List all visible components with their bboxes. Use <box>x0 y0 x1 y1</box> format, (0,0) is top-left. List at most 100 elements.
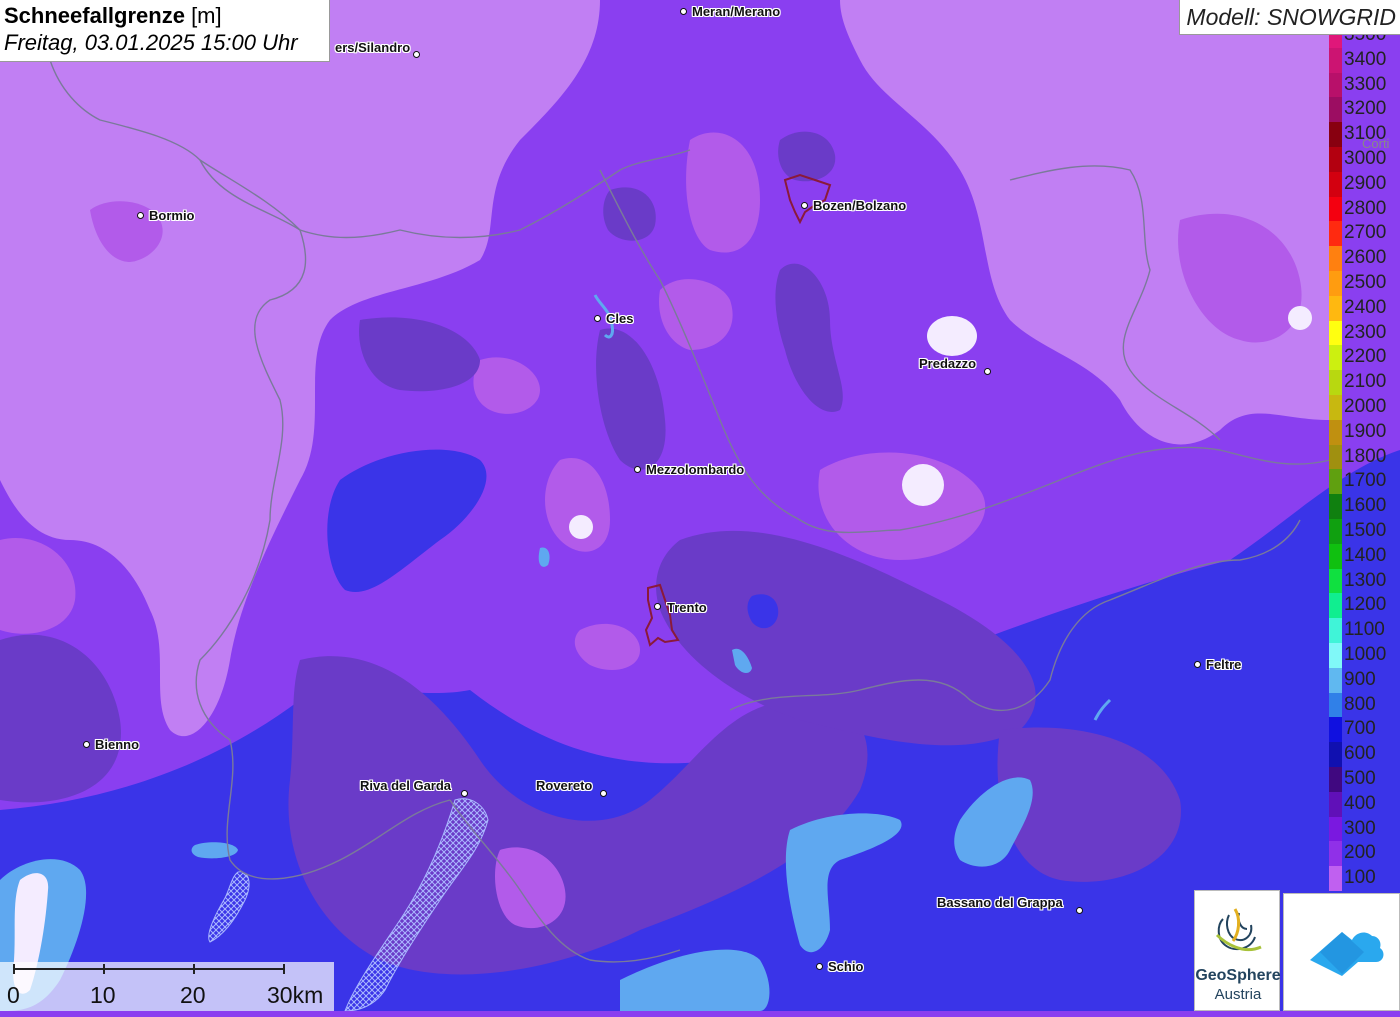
legend-label: 3400 <box>1344 48 1387 70</box>
city-label: Bienno <box>95 737 140 752</box>
legend-label: 2800 <box>1344 197 1387 219</box>
model-label: Modell: SNOWGRID <box>1179 0 1400 35</box>
legend-label: 3100 <box>1344 123 1387 145</box>
legend-row: 1100 <box>1328 618 1400 643</box>
legend-row: 200 <box>1328 841 1400 867</box>
legend-row: 800 <box>1328 692 1400 718</box>
legend-swatch <box>1329 717 1342 743</box>
legend-swatch <box>1329 742 1342 767</box>
city-dot <box>137 212 144 219</box>
scale-tick-label: 10 <box>90 982 116 1008</box>
legend-label: 2200 <box>1344 346 1387 368</box>
legend-row: 1200 <box>1328 593 1400 619</box>
legend-label: 600 <box>1344 743 1376 765</box>
legend-swatch <box>1329 97 1342 123</box>
legend-row: 1700 <box>1328 469 1400 495</box>
legend-row: 2200 <box>1328 345 1400 371</box>
city-label: Cles <box>606 311 634 326</box>
legend-label: 1800 <box>1344 445 1387 467</box>
map-datetime: Freitag, 03.01.2025 15:00 Uhr <box>4 30 298 55</box>
city-dot <box>594 315 601 322</box>
title-variable: Schneefallgrenze <box>4 3 185 28</box>
legend-swatch <box>1329 171 1342 197</box>
legend-label: 2100 <box>1344 371 1387 393</box>
legend-swatch <box>1329 841 1342 867</box>
legend-row: 900 <box>1328 667 1400 693</box>
geosphere-logo[interactable]: GeoSphere Austria <box>1194 890 1281 1011</box>
legend-label: 2300 <box>1344 321 1387 343</box>
legend-swatch <box>1329 593 1342 619</box>
legend-swatch <box>1329 568 1342 594</box>
legend-label: 1000 <box>1344 644 1387 665</box>
legend-label: 2400 <box>1344 296 1387 318</box>
legend-swatch <box>1329 320 1342 346</box>
snowfall-limit-map[interactable] <box>0 0 1400 1012</box>
legend-label: 700 <box>1344 718 1376 740</box>
city-label: Mezzolombardo <box>646 462 745 477</box>
city-dot <box>1194 661 1201 668</box>
city-label: Rovereto <box>536 778 593 793</box>
city-dot <box>816 963 823 970</box>
city-dot <box>634 466 641 473</box>
legend-row: 2300 <box>1328 320 1400 346</box>
legend-swatch <box>1329 370 1342 395</box>
legend-label: 1500 <box>1344 520 1387 541</box>
city-dot <box>984 368 991 375</box>
scale-bar: 0 10 20 30km <box>0 962 334 1011</box>
legend-row: 1300 <box>1328 568 1400 594</box>
logo-brand-line1: GeoSphere <box>1195 967 1281 984</box>
city-label: Bozen/Bolzano <box>813 198 907 213</box>
legend-row: 2000 <box>1328 395 1400 420</box>
legend-swatch <box>1329 469 1342 495</box>
city-dot <box>680 8 687 15</box>
legend-label: 500 <box>1344 768 1376 789</box>
legend-swatch <box>1329 221 1342 247</box>
legend-swatch <box>1329 816 1342 842</box>
city-label: Schio <box>828 959 864 974</box>
legend-label: 1100 <box>1344 619 1385 641</box>
legend-swatch <box>1329 246 1342 271</box>
legend-row: 100 <box>1328 866 1400 891</box>
city-label: Predazzo <box>919 356 977 371</box>
white-spot-1 <box>902 464 944 506</box>
legend-row: 2400 <box>1328 295 1400 321</box>
city-label: Meran/Merano <box>692 4 781 19</box>
legend-label: 2500 <box>1344 272 1387 293</box>
legend-row: 3000 <box>1328 147 1400 172</box>
white-spot-3 <box>1288 306 1312 330</box>
legend-row: 1800 <box>1328 444 1400 470</box>
city-dot <box>83 741 90 748</box>
legend-row: 2600 <box>1328 246 1400 271</box>
legend-swatch <box>1329 72 1342 98</box>
cloud-chevron-icon <box>1310 932 1384 976</box>
legend-row: 2800 <box>1328 196 1400 222</box>
legend-label: 3000 <box>1344 148 1387 169</box>
city-dot <box>801 202 808 209</box>
legend-label: 2900 <box>1344 172 1387 194</box>
city-dot <box>413 51 420 58</box>
legend-swatch <box>1329 866 1342 891</box>
city-dot <box>1076 907 1083 914</box>
legend-label: 1900 <box>1344 420 1387 442</box>
legend-row: 2700 <box>1328 221 1400 247</box>
legend-row: 400 <box>1328 791 1400 817</box>
legend-swatch <box>1329 295 1342 321</box>
logo-brand-line2: Austria <box>1214 986 1262 1003</box>
legend-row: 1600 <box>1328 494 1400 519</box>
city-label: ers/Silandro <box>335 40 411 55</box>
legend-row: 3100 <box>1328 122 1400 147</box>
legend-label: 2600 <box>1344 247 1387 269</box>
legend-swatch <box>1329 618 1342 643</box>
white-spot-4 <box>927 316 977 356</box>
white-spot-2 <box>569 515 593 539</box>
legend-swatch <box>1329 345 1342 371</box>
legend-label: 1300 <box>1344 569 1387 591</box>
legend-row: 3300 <box>1328 72 1400 98</box>
weather-app-logo[interactable] <box>1283 893 1400 1011</box>
legend-label: 900 <box>1344 668 1376 690</box>
city-label: Riva del Garda <box>360 778 452 793</box>
title-unit: [m] <box>184 3 222 28</box>
scale-tick-label: 30km <box>267 982 324 1008</box>
legend-swatch <box>1329 667 1342 693</box>
legend-row: 600 <box>1328 742 1400 767</box>
